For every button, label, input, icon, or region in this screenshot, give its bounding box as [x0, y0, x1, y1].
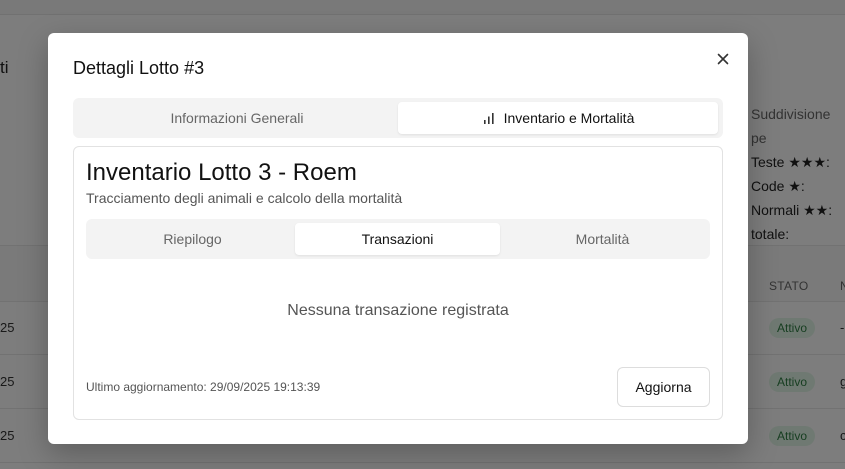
tab-summary[interactable]: Riepilogo: [90, 223, 295, 255]
tab-mortality[interactable]: Mortalità: [500, 223, 705, 255]
inventory-tabs: Riepilogo Transazioni Mortalità: [86, 219, 710, 259]
inventory-subtitle: Tracciamento degli animali e calcolo del…: [86, 190, 403, 206]
inventory-title: Inventario Lotto 3 - Roem: [86, 159, 357, 186]
empty-state-message: Nessuna transazione registrata: [287, 302, 509, 319]
bar-chart-icon: [483, 113, 494, 124]
dialog-tabs: Informazioni Generali Inventario e Morta…: [73, 98, 723, 138]
lot-details-dialog: Dettagli Lotto #3 Informazioni Generali …: [48, 33, 748, 444]
inventory-card: Inventario Lotto 3 - Roem Tracciamento d…: [73, 146, 723, 420]
last-updated-text: Ultimo aggiornamento: 29/09/2025 19:13:3…: [86, 380, 321, 394]
tab-label: Informazioni Generali: [170, 110, 304, 126]
tab-transactions[interactable]: Transazioni: [295, 223, 500, 255]
dialog-title: Dettagli Lotto #3: [73, 58, 205, 78]
tab-label: Inventario e Mortalità: [503, 110, 635, 126]
tab-inventory-mortality[interactable]: Inventario e Mortalità: [398, 102, 718, 134]
close-icon: [717, 53, 729, 65]
tab-general-info[interactable]: Informazioni Generali: [77, 102, 397, 134]
close-button[interactable]: [714, 50, 732, 68]
refresh-button[interactable]: Aggiorna: [617, 367, 710, 407]
